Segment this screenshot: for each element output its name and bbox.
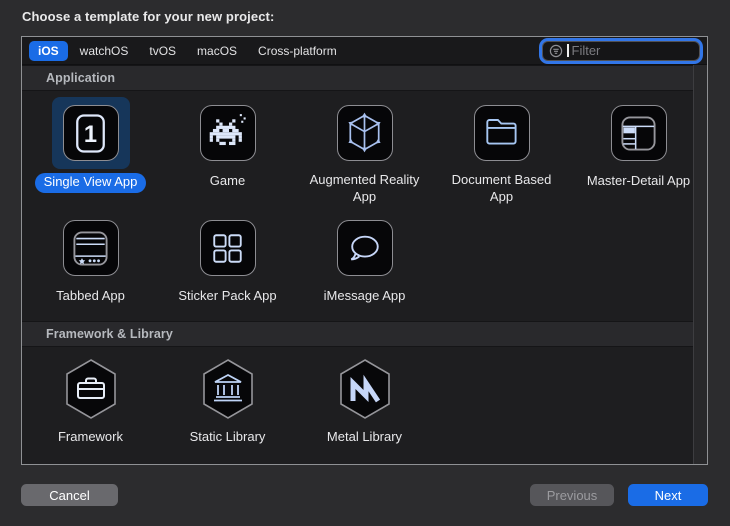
tab-watchos[interactable]: watchOS bbox=[71, 41, 138, 61]
tab-label: Cross-platform bbox=[258, 43, 337, 58]
dialog-title: Choose a template for your new project: bbox=[22, 9, 275, 24]
template-tile-tabbed-app[interactable]: Tabbed App bbox=[22, 206, 159, 321]
imessage-icon bbox=[338, 222, 391, 275]
template-label: Tabbed App bbox=[56, 288, 125, 303]
document-based-icon bbox=[475, 106, 528, 159]
app-icon-frame bbox=[610, 105, 667, 161]
section-title: Application bbox=[46, 71, 116, 85]
app-icon-frame bbox=[199, 220, 256, 276]
tab-label: iOS bbox=[38, 43, 59, 58]
template-tile-imessage-app[interactable]: iMessage App bbox=[296, 206, 433, 321]
app-icon-frame bbox=[62, 105, 119, 161]
section-framework-library: Framework & Library Framework Static Lib… bbox=[22, 321, 693, 462]
template-tile-augmented-reality-app[interactable]: Augmented Reality App bbox=[296, 91, 433, 206]
template-label: Game bbox=[209, 173, 246, 188]
tab-cross-platform[interactable]: Cross-platform bbox=[249, 41, 346, 61]
section-header: Framework & Library bbox=[22, 321, 693, 347]
template-scroll-area: Application Single View App Game Augment… bbox=[22, 65, 707, 464]
app-icon-frame bbox=[336, 104, 393, 161]
single-view-app-icon bbox=[64, 107, 117, 160]
platform-tabs: iOS watchOS tvOS macOS Cross-platform bbox=[29, 40, 349, 61]
template-tile-game[interactable]: Game bbox=[159, 91, 296, 206]
section-application: Application Single View App Game Augment… bbox=[22, 65, 693, 321]
template-label: iMessage App bbox=[323, 288, 406, 303]
app-icon-frame bbox=[473, 104, 530, 161]
template-tile-framework[interactable]: Framework bbox=[22, 347, 159, 462]
template-tile-document-based-app[interactable]: Document Based App bbox=[433, 91, 570, 206]
template-tile-master-detail-app[interactable]: Master-Detail App bbox=[570, 91, 707, 206]
next-button[interactable]: Next bbox=[628, 484, 708, 506]
dialog-footer: Cancel Previous Next bbox=[0, 465, 730, 526]
tabbed-icon bbox=[64, 222, 117, 275]
tab-ios[interactable]: iOS bbox=[29, 40, 68, 61]
tab-label: watchOS bbox=[79, 43, 129, 58]
app-icon-frame bbox=[336, 220, 393, 276]
template-list: Application Single View App Game Augment… bbox=[22, 65, 693, 464]
tab-tvos[interactable]: tvOS bbox=[140, 41, 185, 61]
framework-icon bbox=[63, 358, 119, 420]
template-label: Metal Library bbox=[326, 429, 403, 444]
template-label: Master-Detail App bbox=[586, 173, 691, 188]
section-title: Framework & Library bbox=[46, 327, 173, 341]
augmented-reality-icon bbox=[338, 106, 391, 159]
tab-macos[interactable]: macOS bbox=[188, 41, 246, 61]
filter-field[interactable]: Filter bbox=[542, 40, 700, 61]
template-label: Static Library bbox=[189, 429, 266, 444]
filter-placeholder: Filter bbox=[571, 43, 601, 58]
section-header: Application bbox=[22, 65, 693, 91]
template-chooser-panel: iOS watchOS tvOS macOS Cross-platform Filter… bbox=[21, 36, 708, 465]
static-library-icon bbox=[200, 358, 256, 420]
template-label: Augmented Reality App bbox=[309, 172, 420, 205]
text-caret bbox=[567, 44, 569, 57]
template-label: Document Based App bbox=[451, 172, 552, 205]
game-icon bbox=[201, 107, 254, 160]
metal-library-icon bbox=[337, 358, 393, 420]
filter-icon bbox=[549, 44, 563, 57]
sticker-pack-icon bbox=[201, 222, 254, 275]
cancel-button[interactable]: Cancel bbox=[21, 484, 118, 506]
template-tile-metal-library[interactable]: Metal Library bbox=[296, 347, 433, 462]
template-grid: Single View App Game Augmented Reality A… bbox=[22, 91, 693, 321]
app-icon-frame bbox=[62, 220, 119, 276]
vertical-scrollbar[interactable] bbox=[693, 65, 707, 464]
master-detail-icon bbox=[612, 107, 665, 160]
tab-label: macOS bbox=[197, 43, 238, 58]
template-tile-static-library[interactable]: Static Library bbox=[159, 347, 296, 462]
previous-button[interactable]: Previous bbox=[530, 484, 614, 506]
template-tile-sticker-pack-app[interactable]: Sticker Pack App bbox=[159, 206, 296, 321]
platform-tab-bar: iOS watchOS tvOS macOS Cross-platform Filter bbox=[22, 37, 707, 65]
template-label: Sticker Pack App bbox=[178, 288, 277, 303]
app-icon-frame bbox=[199, 105, 256, 161]
tab-label: tvOS bbox=[149, 43, 177, 58]
template-grid: Framework Static Library Metal Library bbox=[22, 347, 693, 462]
template-label: Framework bbox=[57, 429, 123, 444]
template-label: Single View App bbox=[34, 173, 147, 193]
template-tile-single-view-app[interactable]: Single View App bbox=[22, 91, 159, 206]
